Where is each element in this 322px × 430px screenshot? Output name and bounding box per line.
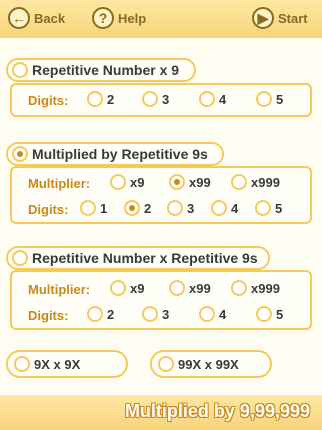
mode-99x-x-99x-button[interactable]: 99X x 99X xyxy=(150,350,272,378)
digit-value: 3 xyxy=(162,306,170,322)
radio-icon xyxy=(87,306,103,322)
digit-value: 5 xyxy=(276,306,284,322)
multiplier-value: x999 xyxy=(251,174,280,190)
mode-label: 9X x 9X xyxy=(34,356,81,372)
radio-icon xyxy=(231,280,247,296)
section-title-text: Repetitive Number x Repetitive 9s xyxy=(32,250,258,266)
digit-value: 4 xyxy=(219,306,227,322)
section-2-box: Multiplier: x9 x99 x999 Digits: 1 2 3 4 … xyxy=(10,166,312,224)
digit-option-5[interactable]: 5 xyxy=(256,91,283,107)
radio-icon xyxy=(12,146,28,162)
digit-value: 2 xyxy=(107,91,115,107)
radio-icon xyxy=(110,174,126,190)
mode-panel: Digits: 2 3 4 5 Repetitive Number x 9 Mu… xyxy=(0,38,322,395)
digit-option-4[interactable]: 4 xyxy=(199,91,226,107)
multiplier-value: x99 xyxy=(189,174,211,190)
multiplier-label: Multiplier: xyxy=(28,175,91,191)
section-title-text: Multiplied by Repetitive 9s xyxy=(32,146,208,162)
section-3-box: Multiplier: x9 x99 x999 Digits: 2 3 4 5 xyxy=(10,270,312,330)
radio-icon xyxy=(158,356,174,372)
digit-option-3[interactable]: 3 xyxy=(142,91,169,107)
radio-icon xyxy=(211,200,227,216)
multiplier-option-x999[interactable]: x999 xyxy=(231,280,280,296)
bottom-bar: Multiplied by 9,99,999 xyxy=(0,395,322,430)
start-label: Start xyxy=(278,10,308,26)
radio-icon xyxy=(87,91,103,107)
radio-icon xyxy=(256,306,272,322)
mode-label: 99X x 99X xyxy=(178,356,239,372)
digit-option-5[interactable]: 5 xyxy=(255,200,282,216)
digit-option-3[interactable]: 3 xyxy=(142,306,169,322)
screen-title: Multiplied by 9,99,999 xyxy=(124,401,310,421)
digit-value: 2 xyxy=(107,306,115,322)
radio-icon xyxy=(142,306,158,322)
back-arrow-icon: ← xyxy=(8,7,30,29)
multiplier-value: x999 xyxy=(251,280,280,296)
back-button[interactable]: ← Back xyxy=(8,7,65,29)
multiplier-value: x9 xyxy=(130,280,145,296)
radio-icon xyxy=(255,200,271,216)
digit-option-3[interactable]: 3 xyxy=(167,200,194,216)
radio-icon xyxy=(12,250,28,266)
section-title-text: Repetitive Number x 9 xyxy=(32,62,180,78)
radio-icon xyxy=(14,356,30,372)
section-3-title[interactable]: Repetitive Number x Repetitive 9s xyxy=(6,246,270,270)
multiplier-option-x99[interactable]: x99 xyxy=(169,174,211,190)
radio-icon xyxy=(256,91,272,107)
radio-icon xyxy=(80,200,96,216)
digit-value: 4 xyxy=(219,91,227,107)
section-1-title[interactable]: Repetitive Number x 9 xyxy=(6,58,196,82)
digit-value: 3 xyxy=(162,91,170,107)
digit-value: 1 xyxy=(100,200,108,216)
section-1-box: Digits: 2 3 4 5 xyxy=(10,83,312,117)
radio-icon xyxy=(12,62,28,78)
back-label: Back xyxy=(34,10,66,26)
help-label: Help xyxy=(118,10,147,26)
multiplier-option-x9[interactable]: x9 xyxy=(110,280,144,296)
radio-icon xyxy=(169,280,185,296)
question-icon: ? xyxy=(92,7,114,29)
radio-icon xyxy=(231,174,247,190)
radio-icon xyxy=(124,200,140,216)
radio-icon xyxy=(110,280,126,296)
multiplier-option-x999[interactable]: x999 xyxy=(231,174,280,190)
help-button[interactable]: ? Help xyxy=(92,7,146,29)
digit-option-4[interactable]: 4 xyxy=(211,200,238,216)
radio-icon xyxy=(167,200,183,216)
multiplier-label: Multiplier: xyxy=(28,281,91,297)
digit-option-1[interactable]: 1 xyxy=(80,200,107,216)
radio-icon xyxy=(199,91,215,107)
multiplier-option-x9[interactable]: x9 xyxy=(110,174,144,190)
digit-value: 2 xyxy=(144,200,152,216)
digit-value: 5 xyxy=(276,91,284,107)
multiplier-value: x99 xyxy=(189,280,211,296)
digit-value: 5 xyxy=(275,200,283,216)
digit-value: 3 xyxy=(187,200,195,216)
section-2-title[interactable]: Multiplied by Repetitive 9s xyxy=(6,142,224,166)
radio-icon xyxy=(169,174,185,190)
digit-value: 4 xyxy=(231,200,239,216)
radio-icon xyxy=(199,306,215,322)
digit-option-5[interactable]: 5 xyxy=(256,306,283,322)
digit-option-2[interactable]: 2 xyxy=(87,91,114,107)
digit-option-2[interactable]: 2 xyxy=(124,200,151,216)
multiplier-option-x99[interactable]: x99 xyxy=(169,280,211,296)
digit-option-4[interactable]: 4 xyxy=(199,306,226,322)
radio-icon xyxy=(142,91,158,107)
play-icon: ▶ xyxy=(252,7,274,29)
top-toolbar: ← Back ? Help ▶ Start xyxy=(0,0,322,38)
digit-option-2[interactable]: 2 xyxy=(87,306,114,322)
start-button[interactable]: ▶ Start xyxy=(252,7,308,29)
multiplier-value: x9 xyxy=(130,174,145,190)
mode-9x-x-9x-button[interactable]: 9X x 9X xyxy=(6,350,128,378)
